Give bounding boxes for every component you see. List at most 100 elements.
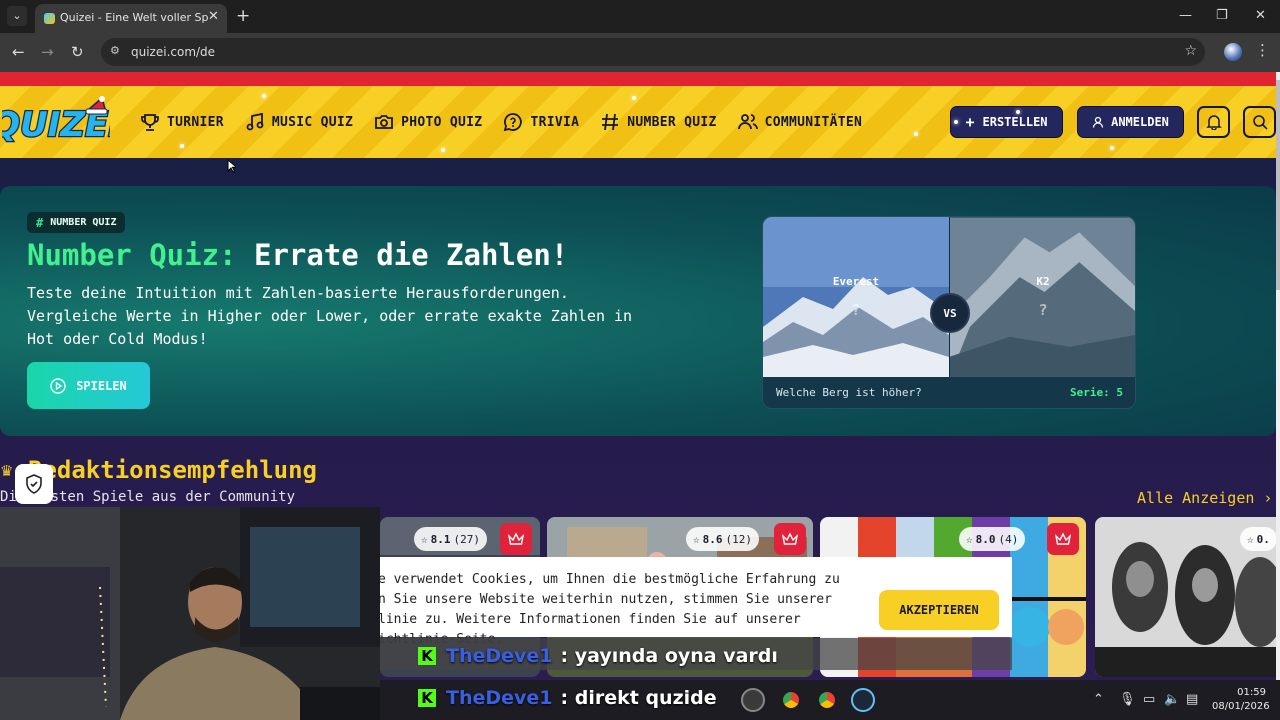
users-icon xyxy=(737,114,758,130)
profile-icon[interactable] xyxy=(1224,43,1242,61)
cookie-banner: e verwendet Cookies, um Ihnen die bestmö… xyxy=(378,557,1012,647)
plus-icon[interactable]: + xyxy=(236,6,250,26)
kick-icon: K xyxy=(418,647,436,665)
hero-title-main: Errate die Zahlen! xyxy=(253,238,569,272)
left-hidden-value: ? xyxy=(851,301,861,319)
see-all-link[interactable]: Alle Anzeigen › xyxy=(1137,489,1272,507)
create-label: ERSTELLEN xyxy=(982,115,1048,129)
chat-message: K TheDeve1 : direkt quzide xyxy=(418,682,717,714)
snow-sparkle xyxy=(441,148,445,152)
browser-tab[interactable]: Quizei - Eine Welt voller Spaß u ✕ xyxy=(35,4,227,33)
user-icon xyxy=(1092,116,1104,128)
snow-sparkle xyxy=(262,94,266,98)
nav-label: COMMUNITÄTEN xyxy=(764,114,863,130)
rating-value: 8.1 xyxy=(430,532,451,546)
url-text[interactable]: quizei.com/de xyxy=(131,45,215,59)
crown-icon xyxy=(508,532,524,545)
notifications-button[interactable] xyxy=(1197,106,1230,138)
camera-icon xyxy=(375,115,394,129)
nav-trivia[interactable]: TRIVIA xyxy=(503,112,579,132)
snow-sparkle xyxy=(632,96,636,100)
star-icon[interactable]: ☆ xyxy=(1184,43,1197,59)
right-hidden-value: ? xyxy=(1038,301,1048,319)
mic-icon[interactable]: 🎙 xyxy=(1119,692,1136,707)
mouse-cursor-icon xyxy=(227,159,236,173)
star-icon: ☆ xyxy=(1247,532,1254,546)
hero-title: Number Quiz: Errate die Zahlen! xyxy=(27,238,568,272)
webcam-overlay xyxy=(0,507,380,720)
back-icon[interactable]: ← xyxy=(12,43,25,61)
crown-badge xyxy=(774,523,806,555)
hero-description: Teste deine Intuition mit Zahlen-basiert… xyxy=(27,284,633,348)
chrome-app-icon[interactable] xyxy=(779,688,803,712)
clock-date: 08/01/2026 xyxy=(1212,701,1270,712)
crown-icon xyxy=(782,532,798,545)
nav-turnier[interactable]: TURNIER xyxy=(140,112,224,132)
everest-image xyxy=(763,217,949,377)
chat-question-icon xyxy=(504,113,523,132)
clock[interactable]: 01:59 08/01/2026 xyxy=(1212,686,1270,714)
maximize-icon[interactable]: ❐ xyxy=(1216,8,1228,23)
bell-icon xyxy=(1205,115,1222,130)
create-button[interactable]: + ERSTELLEN xyxy=(950,106,1063,138)
rating-badge: ☆ 0. xyxy=(1240,527,1276,551)
vs-badge: VS xyxy=(930,293,970,333)
obs-app-icon[interactable] xyxy=(741,688,765,712)
network-icon[interactable]: ▤ xyxy=(1186,692,1198,707)
section-title: Redaktionsempfehlung xyxy=(28,456,317,484)
quiz-preview-card[interactable]: Everest K2 ? ? VS Welche Berg ist höher?… xyxy=(762,216,1136,409)
nav-label: MUSIC QUIZ xyxy=(271,114,354,130)
hero-badge: # NUMBER QUIZ xyxy=(27,212,126,233)
snow-sparkle xyxy=(954,120,958,124)
game-card[interactable]: ☆ 0. xyxy=(1095,517,1276,677)
chat-text: : yayında oyna vardı xyxy=(560,645,778,667)
rating-count: (4) xyxy=(998,532,1019,546)
nav-communitaeten[interactable]: COMMUNITÄTEN xyxy=(737,112,863,132)
rating-count: (12) xyxy=(725,532,753,546)
rating-badge: ☆ 8.6 (12) xyxy=(686,527,759,551)
address-bar[interactable]: ⚙ quizei.com/de ☆ xyxy=(101,38,1205,66)
chrome-profile-app-icon[interactable] xyxy=(815,688,839,712)
hero-title-accent: Number Quiz: xyxy=(27,238,237,272)
privacy-shield-button[interactable] xyxy=(15,464,53,504)
login-button[interactable]: ANMELDEN xyxy=(1077,106,1184,138)
site-info-icon[interactable]: ⚙ xyxy=(110,44,120,57)
preview-footer: Welche Berg ist höher? Serie: 5 xyxy=(763,377,1135,408)
volume-icon[interactable]: 🔈 xyxy=(1164,692,1180,707)
rating-value: 8.0 xyxy=(975,532,996,546)
site-header: QUIZEI TURNIER MUSIC QUIZ PHOTO QUIZ TRI… xyxy=(0,86,1276,158)
close-icon[interactable]: ✕ xyxy=(208,9,219,24)
search-button[interactable] xyxy=(1243,106,1276,138)
trophy-icon xyxy=(141,114,159,131)
favicon-icon xyxy=(44,13,55,24)
browser-tab-bar: ⌄ Quizei - Eine Welt voller Spaß u ✕ + —… xyxy=(0,0,1280,33)
hero-banner: # NUMBER QUIZ Number Quiz: Errate die Za… xyxy=(0,186,1276,436)
nav-photo-quiz[interactable]: PHOTO QUIZ xyxy=(374,112,482,132)
play-button[interactable]: SPIELEN xyxy=(27,362,150,409)
clock-time: 01:59 xyxy=(1237,687,1266,698)
kebab-icon[interactable]: ⋮ xyxy=(1255,41,1270,59)
forward-icon[interactable]: → xyxy=(41,43,54,61)
tab-list-icon[interactable]: ⌄ xyxy=(7,6,27,26)
star-icon: ☆ xyxy=(693,532,700,546)
reload-icon[interactable]: ↻ xyxy=(71,43,84,61)
rating-badge: ☆ 8.1 (27) xyxy=(414,527,487,551)
close-window-icon[interactable]: ✕ xyxy=(1255,8,1266,23)
chat-text: : direkt quzide xyxy=(560,687,717,709)
hash-icon: # xyxy=(36,215,44,230)
accept-cookies-button[interactable]: AKZEPTIEREN xyxy=(879,590,999,630)
main-nav: TURNIER MUSIC QUIZ PHOTO QUIZ TRIVIA NUM… xyxy=(140,86,883,158)
minimize-icon[interactable]: — xyxy=(1179,8,1192,23)
chevron-up-icon[interactable]: ⌃ xyxy=(1093,692,1104,707)
nav-music-quiz[interactable]: MUSIC QUIZ xyxy=(245,112,353,132)
tab-title: Quizei - Eine Welt voller Spaß u xyxy=(60,11,208,24)
quizei-logo[interactable]: QUIZEI xyxy=(2,96,110,148)
snow-sparkle xyxy=(180,144,184,148)
nav-number-quiz[interactable]: NUMBER QUIZ xyxy=(600,112,716,132)
top-banner-strip xyxy=(0,72,1276,86)
steam-app-icon[interactable] xyxy=(851,688,875,712)
nav-label: NUMBER QUIZ xyxy=(627,114,717,130)
snow-sparkle xyxy=(1016,110,1020,114)
scrollbar-thumb[interactable] xyxy=(1276,80,1280,290)
display-icon[interactable]: ▭ xyxy=(1143,692,1155,707)
